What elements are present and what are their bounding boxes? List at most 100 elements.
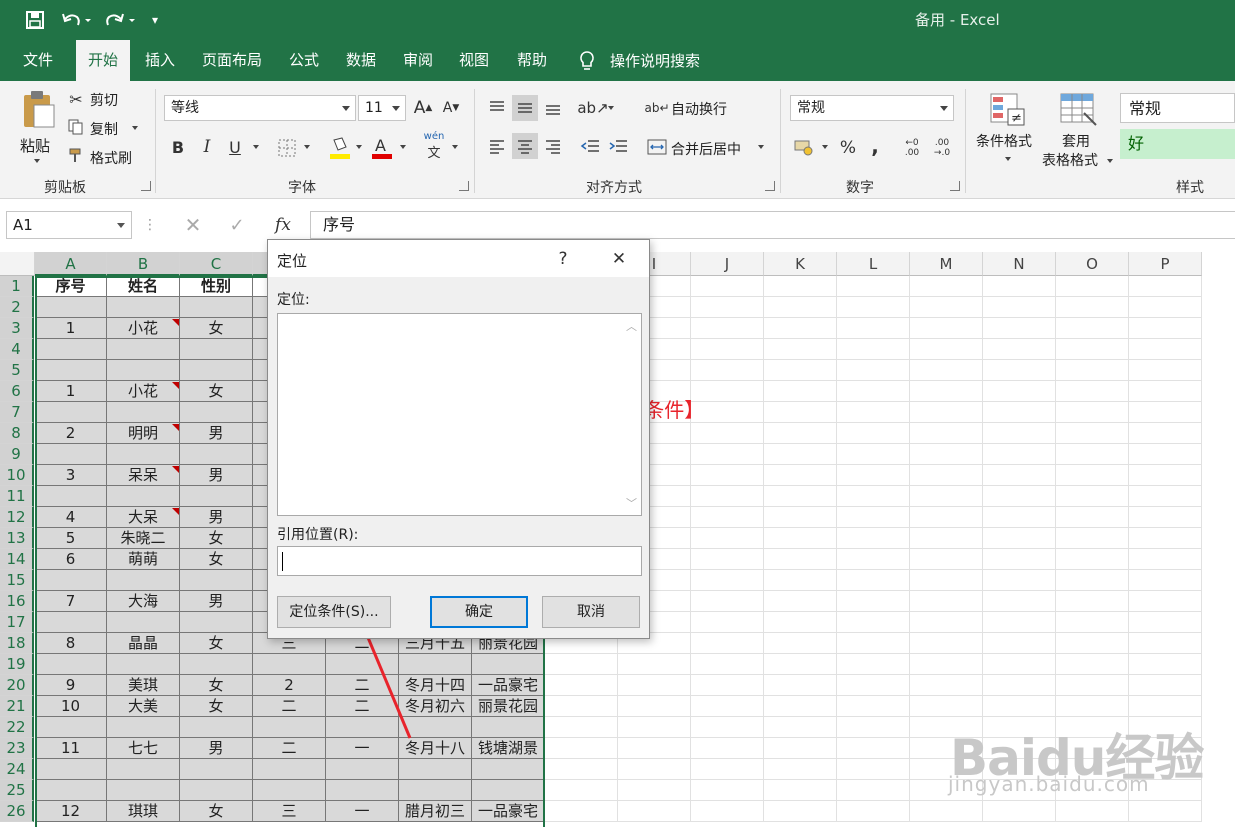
cell-d21[interactable]: 二 xyxy=(253,696,326,717)
cell-e23[interactable]: 一 xyxy=(326,738,399,759)
cell-b4[interactable] xyxy=(107,339,180,360)
cell-k3[interactable] xyxy=(764,318,837,339)
cell-k26[interactable] xyxy=(764,801,837,822)
cell-b25[interactable] xyxy=(107,780,180,801)
cell-n21[interactable] xyxy=(983,696,1056,717)
cell-p11[interactable] xyxy=(1129,486,1202,507)
cell-l16[interactable] xyxy=(837,591,910,612)
tab-help[interactable]: 帮助 xyxy=(508,40,556,81)
number-format-combo[interactable]: 常规 xyxy=(790,95,954,121)
cell-n17[interactable] xyxy=(983,612,1056,633)
cell-i24[interactable] xyxy=(618,759,691,780)
cell-c9[interactable] xyxy=(180,444,253,465)
cell-o26[interactable] xyxy=(1056,801,1129,822)
row-header-13[interactable]: 13 xyxy=(0,528,34,549)
cancel-entry-icon[interactable]: ✕ xyxy=(182,213,204,237)
cell-a13[interactable]: 5 xyxy=(35,528,107,549)
cell-o20[interactable] xyxy=(1056,675,1129,696)
cell-i19[interactable] xyxy=(618,654,691,675)
cell-c25[interactable] xyxy=(180,780,253,801)
cell-h24[interactable] xyxy=(545,759,618,780)
cell-b1[interactable]: 姓名 xyxy=(107,276,180,297)
row-header-26[interactable]: 26 xyxy=(0,801,34,822)
cell-b21[interactable]: 大美 xyxy=(107,696,180,717)
cell-n26[interactable] xyxy=(983,801,1056,822)
cell-p19[interactable] xyxy=(1129,654,1202,675)
cell-o13[interactable] xyxy=(1056,528,1129,549)
cell-l19[interactable] xyxy=(837,654,910,675)
cell-n2[interactable] xyxy=(983,297,1056,318)
cell-n3[interactable] xyxy=(983,318,1056,339)
tab-insert[interactable]: 插入 xyxy=(136,40,184,81)
cell-a6[interactable]: 1 xyxy=(35,381,107,402)
cell-b13[interactable]: 朱晓二 xyxy=(107,528,180,549)
cell-f24[interactable] xyxy=(399,759,472,780)
cell-p21[interactable] xyxy=(1129,696,1202,717)
cell-n15[interactable] xyxy=(983,570,1056,591)
cell-c22[interactable] xyxy=(180,717,253,738)
cell-j22[interactable] xyxy=(691,717,764,738)
cell-k5[interactable] xyxy=(764,360,837,381)
cell-m26[interactable] xyxy=(910,801,983,822)
cell-k4[interactable] xyxy=(764,339,837,360)
paste-button[interactable]: 粘贴 xyxy=(16,87,60,169)
cancel-button[interactable]: 取消 xyxy=(542,596,640,628)
scroll-down-icon[interactable]: ﹀ xyxy=(626,495,637,511)
tab-file[interactable]: 文件 xyxy=(12,40,64,81)
cut-button[interactable]: 剪切 xyxy=(90,90,118,110)
cell-l17[interactable] xyxy=(837,612,910,633)
cell-c4[interactable] xyxy=(180,339,253,360)
cell-style-good[interactable]: 好 xyxy=(1120,129,1235,159)
cell-l18[interactable] xyxy=(837,633,910,654)
cell-b9[interactable] xyxy=(107,444,180,465)
cell-p5[interactable] xyxy=(1129,360,1202,381)
cell-j1[interactable] xyxy=(691,276,764,297)
row-header-4[interactable]: 4 xyxy=(0,339,34,360)
cell-l8[interactable] xyxy=(837,423,910,444)
cell-a22[interactable] xyxy=(35,717,107,738)
cell-j8[interactable] xyxy=(691,423,764,444)
row-header-6[interactable]: 6 xyxy=(0,381,34,402)
cell-a26[interactable]: 12 xyxy=(35,801,107,822)
cell-m13[interactable] xyxy=(910,528,983,549)
row-header-20[interactable]: 20 xyxy=(0,675,34,696)
special-button[interactable]: 定位条件(S)... xyxy=(277,596,391,628)
cell-p15[interactable] xyxy=(1129,570,1202,591)
tab-home[interactable]: 开始 xyxy=(76,40,130,81)
cell-j9[interactable] xyxy=(691,444,764,465)
accounting-format-icon[interactable] xyxy=(792,135,816,159)
cell-n18[interactable] xyxy=(983,633,1056,654)
cell-m16[interactable] xyxy=(910,591,983,612)
font-name-combo[interactable]: 等线 xyxy=(164,95,356,121)
cell-j11[interactable] xyxy=(691,486,764,507)
cell-h25[interactable] xyxy=(545,780,618,801)
cell-j19[interactable] xyxy=(691,654,764,675)
cell-p16[interactable] xyxy=(1129,591,1202,612)
cell-c18[interactable]: 女 xyxy=(180,633,253,654)
cell-p12[interactable] xyxy=(1129,507,1202,528)
cell-c5[interactable] xyxy=(180,360,253,381)
cell-b15[interactable] xyxy=(107,570,180,591)
cell-d26[interactable]: 三 xyxy=(253,801,326,822)
merge-dropdown-icon[interactable] xyxy=(758,145,764,149)
cell-h19[interactable] xyxy=(545,654,618,675)
cell-j23[interactable] xyxy=(691,738,764,759)
cell-o17[interactable] xyxy=(1056,612,1129,633)
cell-i23[interactable] xyxy=(618,738,691,759)
cell-n13[interactable] xyxy=(983,528,1056,549)
cell-b16[interactable]: 大海 xyxy=(107,591,180,612)
cell-c12[interactable]: 男 xyxy=(180,507,253,528)
tab-page-layout[interactable]: 页面布局 xyxy=(194,40,270,81)
cell-o4[interactable] xyxy=(1056,339,1129,360)
scroll-up-icon[interactable]: ︿ xyxy=(626,318,637,334)
cell-e22[interactable] xyxy=(326,717,399,738)
cell-l23[interactable] xyxy=(837,738,910,759)
cell-b11[interactable] xyxy=(107,486,180,507)
cell-e25[interactable] xyxy=(326,780,399,801)
cell-p20[interactable] xyxy=(1129,675,1202,696)
cell-a8[interactable]: 2 xyxy=(35,423,107,444)
align-bottom-icon[interactable] xyxy=(540,95,566,121)
copy-dropdown-icon[interactable] xyxy=(132,126,138,130)
cell-o16[interactable] xyxy=(1056,591,1129,612)
cell-e19[interactable] xyxy=(326,654,399,675)
